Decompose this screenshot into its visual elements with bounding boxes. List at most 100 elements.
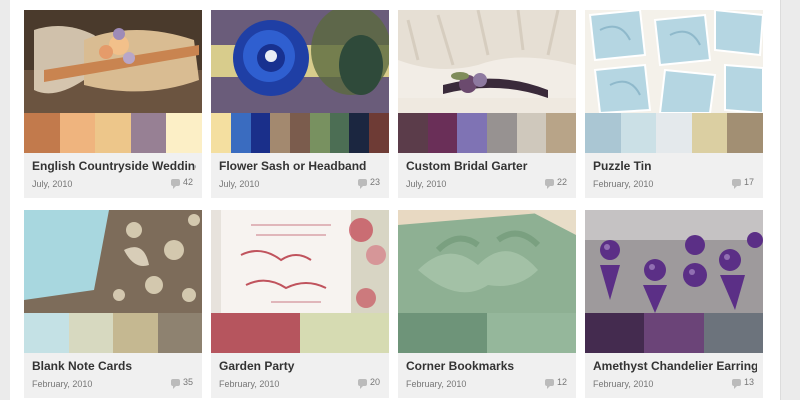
color-swatch[interactable] bbox=[59, 113, 96, 153]
color-swatch[interactable] bbox=[691, 113, 728, 153]
color-swatch[interactable] bbox=[157, 313, 202, 353]
color-swatches[interactable] bbox=[211, 113, 390, 153]
palette-photo[interactable] bbox=[24, 10, 202, 113]
palette-title[interactable]: Puzzle Tin bbox=[593, 159, 757, 173]
color-swatches[interactable] bbox=[24, 113, 202, 153]
color-swatch[interactable] bbox=[585, 313, 645, 353]
color-swatch[interactable] bbox=[398, 113, 428, 153]
palette-title[interactable]: English Countryside Wedding G bbox=[32, 159, 196, 173]
color-swatch[interactable] bbox=[585, 113, 621, 153]
palette-info: Puzzle Tin February, 2010 17 bbox=[585, 153, 763, 198]
palette-photo[interactable] bbox=[24, 210, 202, 313]
color-swatches[interactable] bbox=[398, 313, 576, 353]
comment-count[interactable]: 13 bbox=[731, 377, 754, 389]
scrollbar[interactable] bbox=[780, 0, 800, 400]
color-swatch[interactable] bbox=[211, 113, 231, 153]
color-swatch[interactable] bbox=[457, 113, 488, 153]
comment-count[interactable]: 42 bbox=[170, 177, 193, 189]
comment-bubble-icon bbox=[544, 378, 554, 389]
palette-card[interactable]: Blank Note Cards February, 2010 35 bbox=[24, 210, 202, 398]
palette-photo[interactable] bbox=[585, 10, 763, 113]
comment-count-value: 17 bbox=[743, 177, 754, 187]
palette-card[interactable]: Corner Bookmarks February, 2010 12 bbox=[398, 210, 576, 398]
palette-title[interactable]: Blank Note Cards bbox=[32, 359, 196, 373]
palette-card[interactable]: Puzzle Tin February, 2010 17 bbox=[585, 10, 763, 198]
palette-photo[interactable] bbox=[398, 210, 576, 313]
palette-card[interactable]: Garden Party February, 2010 20 bbox=[211, 210, 389, 398]
palette-date: July, 2010 bbox=[219, 179, 260, 189]
comment-count[interactable]: 35 bbox=[170, 377, 193, 389]
color-swatches[interactable] bbox=[24, 313, 202, 353]
palette-photo[interactable] bbox=[585, 210, 763, 313]
comment-bubble-icon bbox=[357, 378, 367, 389]
palette-date: February, 2010 bbox=[406, 379, 467, 389]
palette-photo[interactable] bbox=[398, 10, 576, 113]
palette-date: February, 2010 bbox=[219, 379, 280, 389]
color-swatch[interactable] bbox=[329, 113, 350, 153]
comment-count[interactable]: 22 bbox=[544, 177, 567, 189]
color-swatch[interactable] bbox=[546, 113, 577, 153]
palette-info: Amethyst Chandelier Earrings February, 20… bbox=[585, 353, 763, 398]
comment-count-value: 35 bbox=[182, 377, 193, 387]
palette-date: February, 2010 bbox=[593, 179, 654, 189]
color-swatches[interactable] bbox=[585, 313, 763, 353]
color-swatch[interactable] bbox=[211, 313, 300, 353]
comment-bubble-icon bbox=[357, 178, 367, 189]
comment-count[interactable]: 23 bbox=[357, 177, 380, 189]
color-swatch[interactable] bbox=[300, 313, 389, 353]
palette-info: Garden Party February, 2010 20 bbox=[211, 353, 389, 398]
color-swatch[interactable] bbox=[398, 313, 487, 353]
palette-info: Custom Bridal Garter July, 2010 22 bbox=[398, 153, 576, 198]
palette-card[interactable]: English Countryside Wedding G July, 2010 4… bbox=[24, 10, 202, 198]
comment-count-value: 13 bbox=[743, 377, 754, 387]
palette-title[interactable]: Custom Bridal Garter bbox=[406, 159, 570, 173]
color-swatch[interactable] bbox=[620, 113, 657, 153]
color-swatch[interactable] bbox=[727, 113, 763, 153]
color-swatch[interactable] bbox=[68, 313, 113, 353]
color-swatch[interactable] bbox=[656, 113, 692, 153]
palette-date: July, 2010 bbox=[32, 179, 73, 189]
comment-count[interactable]: 17 bbox=[731, 177, 754, 189]
color-swatch[interactable] bbox=[270, 113, 291, 153]
comment-count-value: 42 bbox=[182, 177, 193, 187]
palette-title[interactable]: Amethyst Chandelier Earrings bbox=[593, 359, 757, 373]
palette-gallery: English Countryside Wedding G July, 2010 4… bbox=[10, 0, 781, 400]
color-swatch[interactable] bbox=[703, 313, 763, 353]
color-swatch[interactable] bbox=[309, 113, 330, 153]
palette-card[interactable]: Custom Bridal Garter July, 2010 22 bbox=[398, 10, 577, 198]
palette-info: English Countryside Wedding G July, 2010 4… bbox=[24, 153, 202, 198]
color-swatches[interactable] bbox=[585, 113, 763, 153]
palette-title[interactable]: Flower Sash or Headband bbox=[219, 159, 383, 173]
color-swatch[interactable] bbox=[369, 113, 390, 153]
palette-title[interactable]: Corner Bookmarks bbox=[406, 359, 570, 373]
comment-count-value: 22 bbox=[556, 177, 567, 187]
palette-info: Corner Bookmarks February, 2010 12 bbox=[398, 353, 576, 398]
color-swatch[interactable] bbox=[166, 113, 202, 153]
color-swatch[interactable] bbox=[230, 113, 251, 153]
palette-date: July, 2010 bbox=[406, 179, 447, 189]
color-swatch[interactable] bbox=[250, 113, 271, 153]
color-swatches[interactable] bbox=[398, 113, 577, 153]
color-swatch[interactable] bbox=[644, 313, 704, 353]
color-swatch[interactable] bbox=[290, 113, 310, 153]
palette-photo[interactable] bbox=[211, 210, 389, 313]
color-swatch[interactable] bbox=[487, 113, 517, 153]
palette-title[interactable]: Garden Party bbox=[219, 359, 383, 373]
color-swatch[interactable] bbox=[516, 113, 547, 153]
palette-card[interactable]: Amethyst Chandelier Earrings February, 20… bbox=[585, 210, 763, 398]
palette-card[interactable]: Flower Sash or Headband July, 2010 23 bbox=[211, 10, 390, 198]
color-swatch[interactable] bbox=[24, 113, 60, 153]
color-swatch[interactable] bbox=[427, 113, 458, 153]
color-swatch[interactable] bbox=[349, 113, 370, 153]
color-swatches[interactable] bbox=[211, 313, 389, 353]
color-swatch[interactable] bbox=[130, 113, 167, 153]
palette-photo[interactable] bbox=[211, 10, 389, 113]
color-swatch[interactable] bbox=[113, 313, 158, 353]
color-swatch[interactable] bbox=[95, 113, 131, 153]
comment-count[interactable]: 12 bbox=[544, 377, 567, 389]
color-swatch[interactable] bbox=[24, 313, 69, 353]
palette-date: February, 2010 bbox=[32, 379, 93, 389]
color-swatch[interactable] bbox=[487, 313, 576, 353]
comment-count[interactable]: 20 bbox=[357, 377, 380, 389]
comment-bubble-icon bbox=[731, 378, 741, 389]
